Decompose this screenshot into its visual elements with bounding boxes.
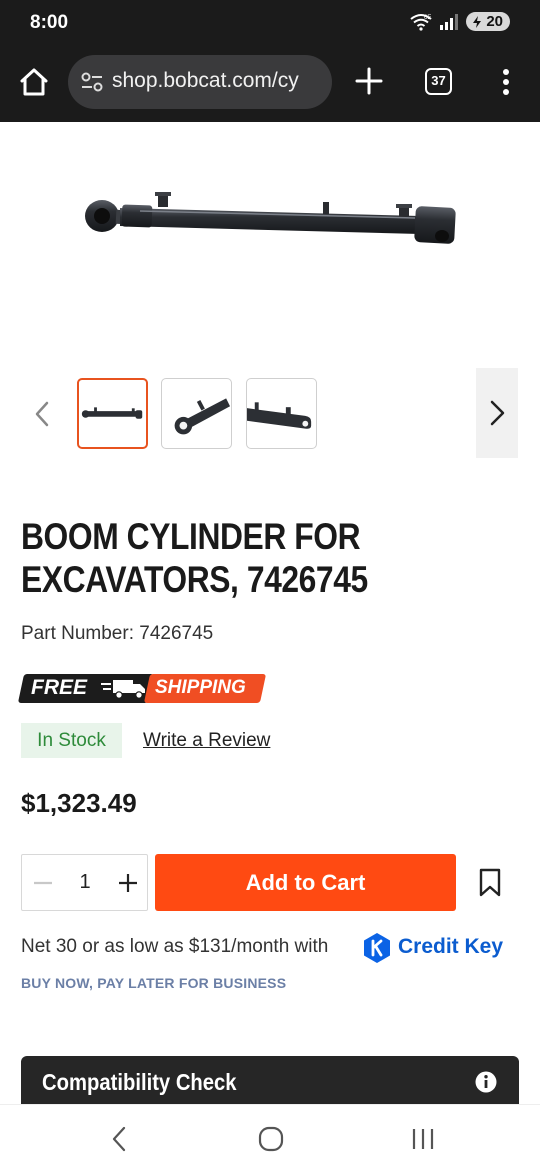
recents-icon[interactable] [409,1126,437,1152]
browser-toolbar: shop.bobcat.com/cy 37 [0,48,540,122]
wifi-icon: 6E [410,13,432,31]
site-settings-icon[interactable] [80,71,104,93]
gallery-prev-button[interactable] [28,397,56,431]
truck-icon [101,680,145,699]
thumbnail-cylinder-side-image [81,407,143,419]
status-time: 8:00 [30,12,69,33]
stock-status-badge: In Stock [21,723,122,758]
network-type: 6E [424,15,431,21]
credit-key-name[interactable]: Credit Key [398,935,503,959]
thumbnail-cylinder-detail-image [247,402,312,429]
status-icons: 6E 20 [410,12,510,31]
decrease-quantity-icon[interactable] [32,873,54,893]
gallery-thumbnail-3[interactable] [246,378,317,449]
increase-quantity-icon[interactable] [116,871,140,895]
tab-switcher-button[interactable]: 37 [425,68,452,95]
address-bar[interactable]: shop.bobcat.com/cy [68,55,332,109]
product-title: BOOM CYLINDER FOR EXCAVATORS, 7426745 [21,516,368,600]
back-icon[interactable] [108,1125,130,1153]
bnpl-tagline: BUY NOW, PAY LATER FOR BUSINESS [21,975,287,991]
product-main-image[interactable] [80,180,460,270]
quantity-value[interactable]: 1 [72,871,98,894]
system-navigation-bar [0,1104,540,1170]
gallery-thumbnail-1[interactable] [77,378,148,449]
bookmark-icon[interactable] [478,868,502,898]
url-text[interactable]: shop.bobcat.com/cy [112,69,299,93]
financing-text: Net 30 or as low as $131/month with [21,936,329,957]
quantity-stepper: 1 [21,854,148,911]
gallery-next-area[interactable] [476,368,518,458]
battery-indicator: 20 [466,12,510,31]
write-review-link[interactable]: Write a Review [143,730,270,752]
free-label: FREE [31,676,88,699]
product-price: $1,323.49 [21,788,137,818]
info-icon[interactable] [475,1071,497,1093]
home-button-icon[interactable] [257,1125,285,1153]
battery-saver-icon [473,15,482,28]
shipping-label: SHIPPING [155,677,246,698]
compatibility-check-card[interactable]: Compatibility Check [21,1056,519,1104]
credit-key-logo-icon [364,933,390,963]
status-bar: 8:00 6E 20 [0,0,540,48]
gallery-thumbnail-2[interactable] [161,378,232,449]
gallery-next-button[interactable] [482,396,512,430]
signal-icon [440,13,459,30]
add-to-cart-button[interactable]: Add to Cart [155,854,456,911]
part-number: Part Number: 7426745 [21,623,214,644]
overflow-menu-icon[interactable] [494,66,518,98]
battery-level: 20 [486,13,503,30]
new-tab-icon[interactable] [354,66,384,96]
home-icon[interactable] [18,66,50,98]
thumbnail-cylinder-angled-image [174,398,231,435]
compatibility-check-title: Compatibility Check [42,1069,237,1095]
free-shipping-badge: FREE SHIPPING [17,674,267,703]
